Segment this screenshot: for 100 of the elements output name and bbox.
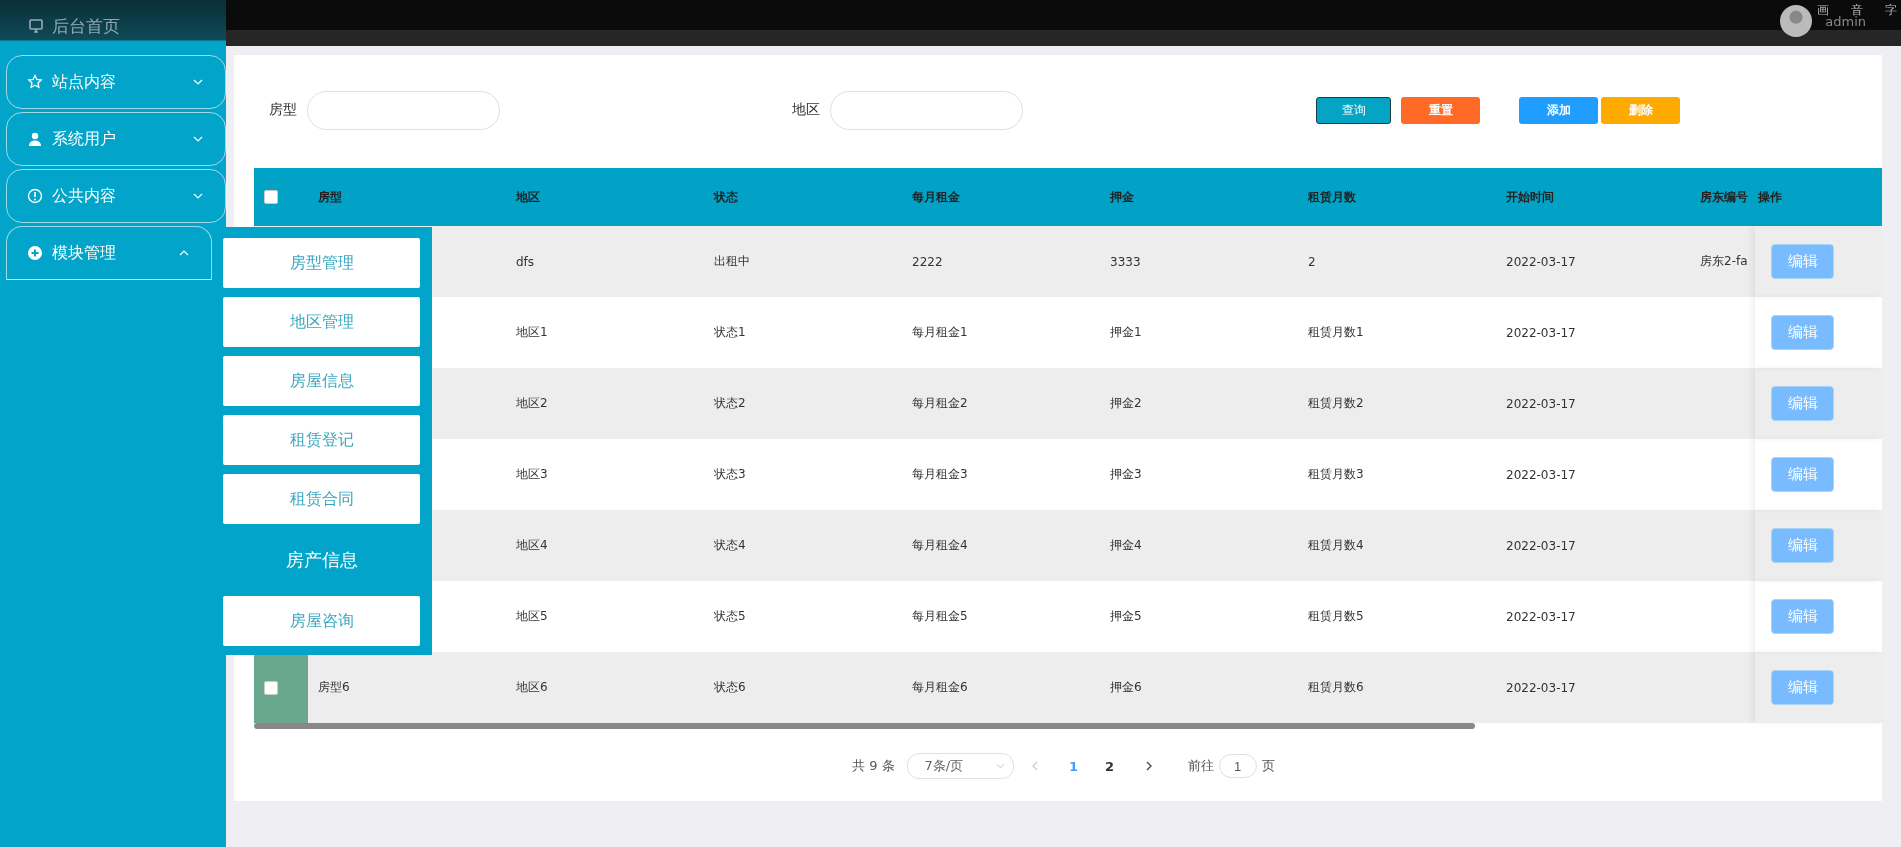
column-header: 地区 [516,189,540,204]
edit-button[interactable]: 编辑 [1771,315,1834,350]
table-cell: 状态3 [714,467,746,481]
submenu-item[interactable]: 房型管理 [223,238,420,288]
previous-page-icon[interactable] [1031,761,1038,771]
filter-label: 房型 [269,101,297,119]
star-icon [27,74,43,90]
table-cell: 2 [1308,254,1316,269]
table-cell: 2022-03-17 [1506,254,1576,269]
reset-button[interactable]: 重置 [1401,96,1480,124]
next-page-icon[interactable] [1145,761,1152,771]
column-header: 房东编号 [1700,189,1748,204]
menu-item[interactable]: 系统用户 [6,112,226,166]
monitor-icon [28,18,44,34]
column-header: 租赁月数 [1308,189,1356,204]
edit-button[interactable]: 编辑 [1771,528,1834,563]
submenu-item[interactable]: 租赁合同 [223,474,420,524]
table-cell: 地区4 [516,538,548,552]
table-cell: 3333 [1110,254,1141,269]
filter-input[interactable] [307,90,500,130]
table-cell: 出租中 [714,254,750,268]
menu-label: 公共内容 [52,185,117,207]
menu-label: 站点内容 [52,71,117,93]
filter-input[interactable] [830,90,1023,130]
table-cell: dfs [516,254,535,269]
table-cell: 2022-03-17 [1506,680,1576,695]
table-cell: 地区6 [516,680,548,694]
table-cell: 地区1 [516,325,548,339]
column-header: 状态 [714,189,738,204]
table-cell: 押金5 [1110,609,1142,623]
total-count: 共 9 条 [852,757,895,775]
submenu-item[interactable]: 租赁登记 [223,415,420,465]
chevron-up-icon [179,250,189,256]
table-cell: 租赁月数3 [1308,467,1364,481]
table-cell: 租赁月数6 [1308,680,1364,694]
menu-label: 系统用户 [52,128,117,150]
table-cell: 押金1 [1110,325,1142,339]
info-icon [27,188,43,204]
table-cell: 2022-03-17 [1506,609,1576,624]
edit-button[interactable]: 编辑 [1771,670,1834,705]
table-cell: 房型6 [318,680,350,694]
table-cell: 状态5 [714,609,746,623]
edit-button[interactable]: 编辑 [1771,457,1834,492]
table-cell: 地区5 [516,609,548,623]
table-cell: 押金4 [1110,538,1142,552]
page-suffix: 页 [1261,757,1275,775]
search-button[interactable]: 查询 [1316,96,1391,124]
column-header: 操作 [1758,189,1782,204]
edit-button[interactable]: 编辑 [1771,599,1834,634]
page-size-select[interactable]: 7条/页 [906,753,1014,779]
plus-circle-icon [27,245,43,261]
table-cell: 每月租金2 [912,396,968,410]
table-cell: 押金6 [1110,680,1142,694]
table-cell: 租赁月数2 [1308,396,1364,410]
table-cell: 2222 [912,254,943,269]
table-cell: 状态6 [714,680,746,694]
page-number[interactable]: 1 [1061,758,1086,774]
table-cell: 状态1 [714,325,746,339]
scrollbar-thumb[interactable] [254,723,1475,729]
table-cell: 状态2 [714,396,746,410]
table-cell: 每月租金6 [912,680,968,694]
filter-label: 地区 [792,101,820,119]
edit-button[interactable]: 编辑 [1771,386,1834,421]
goto-label: 前往 [1187,757,1214,775]
toolbar-tool[interactable]: 字 [1885,2,1897,19]
avatar-icon[interactable] [1780,5,1812,37]
table-cell: 2022-03-17 [1506,396,1576,411]
submenu-item[interactable]: 地区管理 [223,297,420,347]
table-cell: 房东2-fa [1700,254,1748,268]
table-cell: 2022-03-17 [1506,538,1576,553]
menu-item[interactable]: 站点内容 [6,55,226,109]
user-icon [27,131,43,147]
table-cell: 每月租金1 [912,325,968,339]
submenu-item[interactable]: 房屋信息 [223,356,420,406]
add-button[interactable]: 添加 [1519,96,1598,124]
table-cell: 状态4 [714,538,746,552]
table-cell: 每月租金5 [912,609,968,623]
delete-button[interactable]: 删除 [1601,96,1680,124]
table-cell: 租赁月数4 [1308,538,1364,552]
column-header: 押金 [1110,189,1134,204]
table-cell: 押金3 [1110,467,1142,481]
table-cell: 每月租金4 [912,538,968,552]
checkbox[interactable] [264,680,278,695]
menu-item[interactable]: 模块管理 [6,226,212,280]
home-menu-item[interactable]: 后台首页 [6,6,226,46]
column-header: 房型 [318,189,342,204]
table-cell: 地区3 [516,467,548,481]
page-input[interactable]: 1 [1218,754,1257,778]
edit-button[interactable]: 编辑 [1771,244,1834,279]
page-number[interactable]: 2 [1097,758,1122,774]
table-cell: 2022-03-17 [1506,467,1576,482]
submenu-heading: 房产信息 [284,548,359,572]
submenu-item[interactable]: 房屋咨询 [223,596,420,646]
menu-item[interactable]: 公共内容 [6,169,226,223]
table-cell: 地区2 [516,396,548,410]
table-cell: 押金2 [1110,396,1142,410]
table-cell: 2022-03-17 [1506,325,1576,340]
checkbox[interactable] [264,190,278,204]
table-cell: 租赁月数5 [1308,609,1364,623]
chevron-down-icon [193,79,203,85]
